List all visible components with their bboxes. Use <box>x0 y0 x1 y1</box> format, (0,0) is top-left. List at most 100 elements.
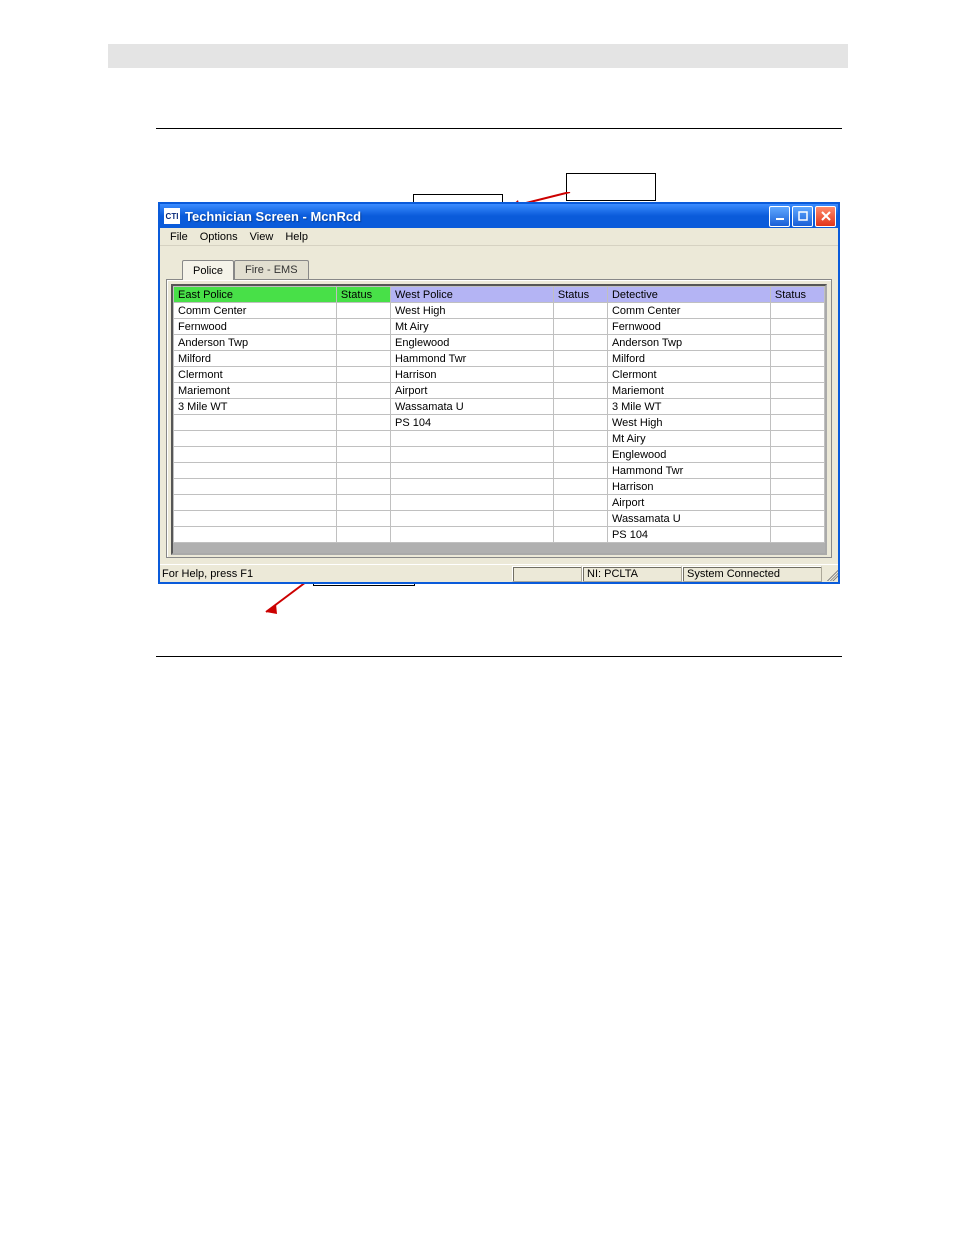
table-cell[interactable]: Wassamata U <box>390 399 553 415</box>
resize-grip-icon[interactable] <box>824 567 838 581</box>
table-row[interactable]: Mt Airy <box>174 431 825 447</box>
table-cell[interactable] <box>770 511 824 527</box>
table-cell[interactable] <box>553 319 607 335</box>
table-cell[interactable]: Comm Center <box>607 303 770 319</box>
table-cell[interactable] <box>174 511 337 527</box>
table-cell[interactable] <box>336 319 390 335</box>
menu-help[interactable]: Help <box>279 230 314 244</box>
table-cell[interactable] <box>553 495 607 511</box>
table-cell[interactable] <box>770 431 824 447</box>
table-cell[interactable] <box>770 367 824 383</box>
table-cell[interactable] <box>770 415 824 431</box>
table-row[interactable]: MilfordHammond TwrMilford <box>174 351 825 367</box>
table-cell[interactable]: Mt Airy <box>607 431 770 447</box>
table-cell[interactable]: Comm Center <box>174 303 337 319</box>
table-cell[interactable] <box>336 415 390 431</box>
table-cell[interactable]: Anderson Twp <box>174 335 337 351</box>
table-cell[interactable] <box>770 335 824 351</box>
table-row[interactable]: Wassamata U <box>174 511 825 527</box>
titlebar[interactable]: CTI Technician Screen - McnRcd <box>160 204 838 228</box>
table-cell[interactable] <box>770 303 824 319</box>
table-row[interactable]: Airport <box>174 495 825 511</box>
table-row[interactable]: Hammond Twr <box>174 463 825 479</box>
table-cell[interactable] <box>553 463 607 479</box>
table-row[interactable]: Englewood <box>174 447 825 463</box>
table-row[interactable]: Mariemont Airport Mariemont <box>174 383 825 399</box>
table-cell[interactable] <box>336 303 390 319</box>
table-cell[interactable]: Fernwood <box>607 319 770 335</box>
table-row[interactable]: ClermontHarrisonClermont <box>174 367 825 383</box>
table-cell[interactable] <box>390 463 553 479</box>
table-cell[interactable] <box>390 527 553 543</box>
table-cell[interactable] <box>553 527 607 543</box>
table-cell[interactable] <box>770 351 824 367</box>
table-row[interactable]: PS 104 West High <box>174 415 825 431</box>
tab-fire-ems[interactable]: Fire - EMS <box>234 260 309 279</box>
table-cell[interactable]: Airport <box>607 495 770 511</box>
table-cell[interactable]: West High <box>390 303 553 319</box>
col-detective-status[interactable]: Status <box>770 287 824 303</box>
table-cell[interactable]: 3 Mile WT <box>174 399 337 415</box>
table-cell[interactable]: Clermont <box>174 367 337 383</box>
table-cell[interactable] <box>553 431 607 447</box>
table-row[interactable]: 3 Mile WTWassamata U3 Mile WT <box>174 399 825 415</box>
table-cell[interactable] <box>174 495 337 511</box>
table-cell[interactable]: Airport <box>390 383 553 399</box>
table-cell[interactable] <box>553 383 607 399</box>
table-row[interactable]: Anderson TwpEnglewoodAnderson Twp <box>174 335 825 351</box>
table-cell[interactable] <box>336 399 390 415</box>
table-cell[interactable] <box>553 511 607 527</box>
table-cell[interactable] <box>336 367 390 383</box>
table-cell[interactable]: Mariemont <box>607 383 770 399</box>
menu-options[interactable]: Options <box>194 230 244 244</box>
table-cell[interactable] <box>553 303 607 319</box>
table-cell[interactable] <box>336 351 390 367</box>
table-cell[interactable]: Wassamata U <box>607 511 770 527</box>
table-cell[interactable] <box>553 351 607 367</box>
table-cell[interactable] <box>336 479 390 495</box>
col-west-status[interactable]: Status <box>553 287 607 303</box>
table-cell[interactable]: Anderson Twp <box>607 335 770 351</box>
maximize-button[interactable] <box>792 206 813 227</box>
table-cell[interactable] <box>174 431 337 447</box>
table-cell[interactable]: PS 104 <box>390 415 553 431</box>
table-cell[interactable] <box>336 383 390 399</box>
menu-file[interactable]: File <box>164 230 194 244</box>
table-cell[interactable]: Milford <box>607 351 770 367</box>
table-cell[interactable]: Mariemont <box>174 383 337 399</box>
table-cell[interactable] <box>770 479 824 495</box>
table-cell[interactable]: Milford <box>174 351 337 367</box>
table-cell[interactable] <box>336 527 390 543</box>
table-row[interactable]: Comm Center West High Comm Center <box>174 303 825 319</box>
table-cell[interactable]: PS 104 <box>607 527 770 543</box>
table-cell[interactable] <box>553 479 607 495</box>
table-cell[interactable] <box>390 447 553 463</box>
table-cell[interactable] <box>553 335 607 351</box>
table-cell[interactable]: Harrison <box>607 479 770 495</box>
table-cell[interactable] <box>770 399 824 415</box>
table-cell[interactable] <box>336 495 390 511</box>
table-cell[interactable] <box>174 415 337 431</box>
table-cell[interactable] <box>174 527 337 543</box>
table-cell[interactable]: Hammond Twr <box>607 463 770 479</box>
table-cell[interactable] <box>553 399 607 415</box>
table-cell[interactable]: West High <box>607 415 770 431</box>
table-cell[interactable] <box>390 431 553 447</box>
table-cell[interactable]: Clermont <box>607 367 770 383</box>
table-cell[interactable] <box>174 479 337 495</box>
table-cell[interactable] <box>390 479 553 495</box>
table-cell[interactable] <box>336 335 390 351</box>
minimize-button[interactable] <box>769 206 790 227</box>
table-cell[interactable] <box>770 319 824 335</box>
col-east-police[interactable]: East Police <box>174 287 337 303</box>
table-row[interactable]: PS 104 <box>174 527 825 543</box>
table-cell[interactable]: Mt Airy <box>390 319 553 335</box>
col-west-police[interactable]: West Police <box>390 287 553 303</box>
table-cell[interactable] <box>174 463 337 479</box>
close-button[interactable] <box>815 206 836 227</box>
table-cell[interactable] <box>770 463 824 479</box>
table-cell[interactable] <box>336 463 390 479</box>
table-cell[interactable] <box>336 431 390 447</box>
menu-view[interactable]: View <box>244 230 280 244</box>
table-cell[interactable] <box>336 511 390 527</box>
